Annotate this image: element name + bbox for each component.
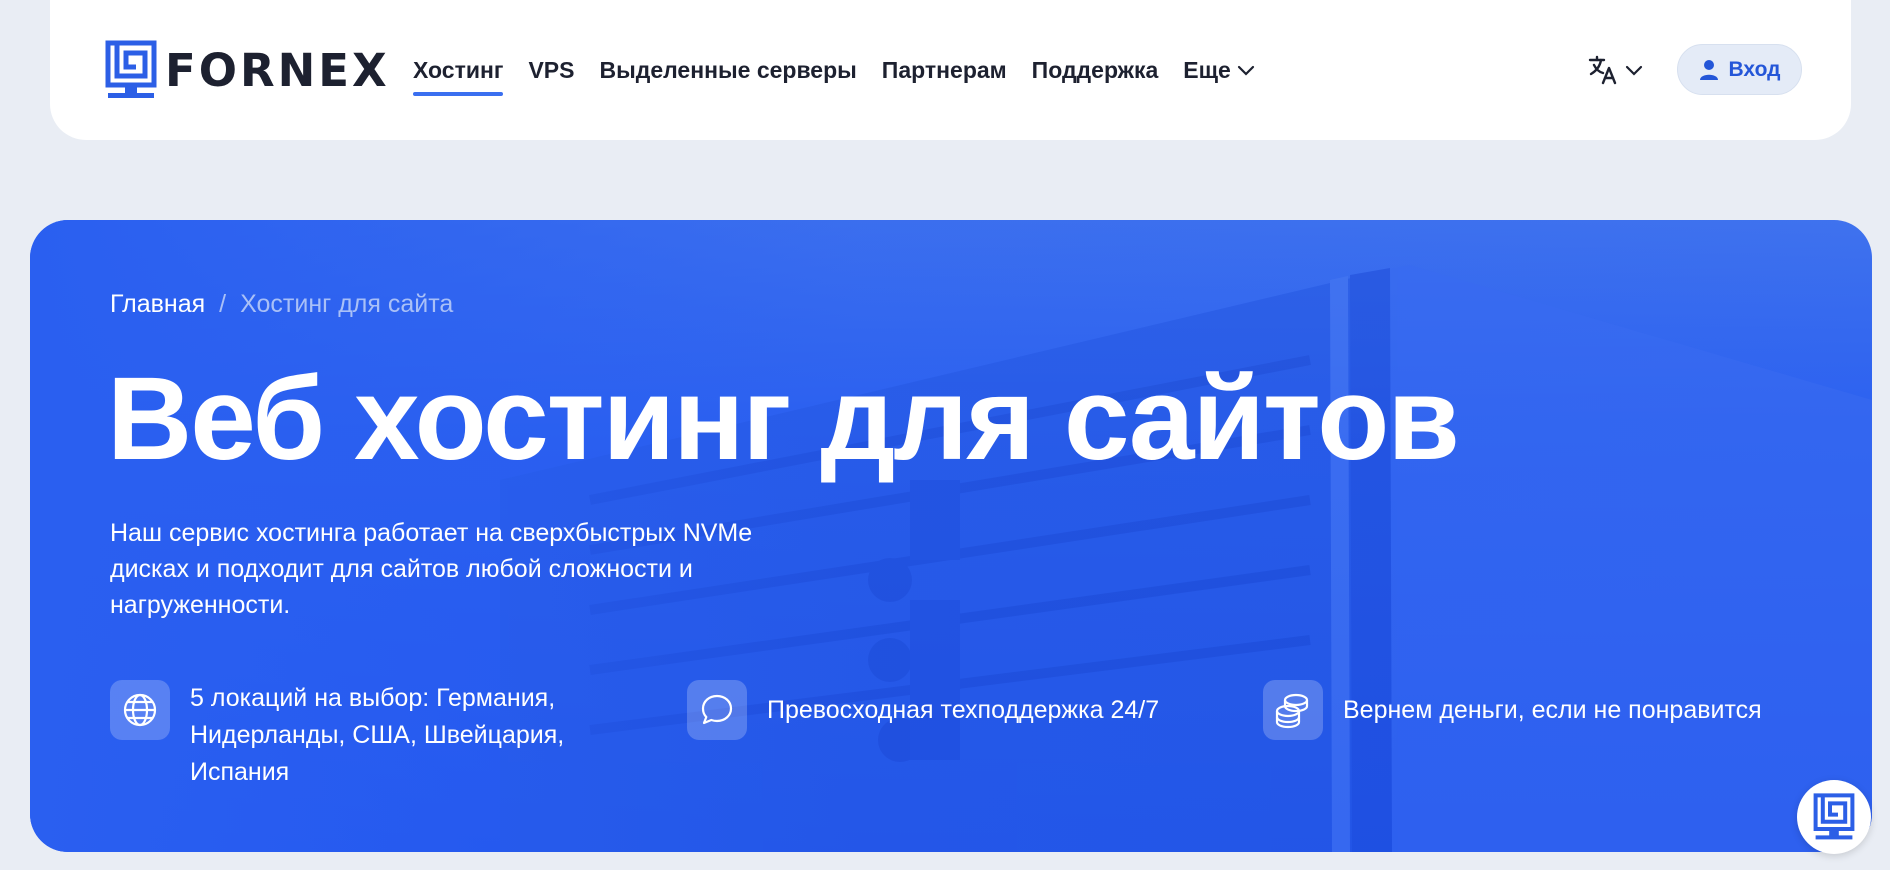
chevron-down-icon bbox=[1625, 65, 1643, 76]
feature-locations: 5 локаций на выбор: Германия, Нидерланды… bbox=[110, 680, 630, 791]
page-title: Веб хостинг для сайтов bbox=[107, 353, 1460, 485]
site-header: FORNEX Хостинг VPS Выделенные серверы Па… bbox=[50, 0, 1851, 140]
login-button[interactable]: Вход bbox=[1677, 44, 1802, 95]
chevron-down-icon bbox=[1237, 65, 1254, 76]
nav-more-dropdown[interactable]: Еще bbox=[1183, 50, 1255, 90]
breadcrumb: Главная / Хостинг для сайта bbox=[110, 290, 453, 319]
language-switcher[interactable] bbox=[1587, 54, 1643, 86]
feature-text: Вернем деньги, если не понравится bbox=[1343, 696, 1762, 724]
nav-item-partners[interactable]: Партнерам bbox=[882, 50, 1007, 90]
nav-item-vps[interactable]: VPS bbox=[528, 50, 574, 90]
nav-item-support[interactable]: Поддержка bbox=[1032, 50, 1159, 90]
breadcrumb-home-link[interactable]: Главная bbox=[110, 290, 205, 319]
hero-description: Наш сервис хостинга работает на сверхбыс… bbox=[110, 519, 753, 619]
translate-icon bbox=[1588, 55, 1617, 85]
globe-icon bbox=[110, 680, 170, 740]
chat-bubble-icon bbox=[687, 680, 747, 740]
breadcrumb-separator: / bbox=[219, 290, 227, 318]
nav-item-hosting[interactable]: Хостинг bbox=[413, 50, 504, 96]
feature-text: 5 локаций на выбор: Германия, Нидерланды… bbox=[190, 684, 565, 786]
main-nav: Хостинг VPS Выделенные серверы Партнерам… bbox=[413, 50, 1280, 96]
hero-banner: Главная / Хостинг для сайта Веб хостинг … bbox=[30, 220, 1872, 852]
logo-text: FORNEX bbox=[165, 43, 390, 97]
feature-text: Превосходная техподдержка 24/7 bbox=[767, 696, 1160, 724]
logo-mark-icon bbox=[105, 40, 157, 98]
feature-refund: Вернем деньги, если не понравится bbox=[1263, 680, 1843, 740]
chat-widget-button[interactable] bbox=[1797, 780, 1871, 854]
login-label: Вход bbox=[1728, 57, 1781, 81]
breadcrumb-current: Хостинг для сайта bbox=[240, 290, 454, 318]
user-icon bbox=[1699, 59, 1718, 80]
nav-item-dedicated[interactable]: Выделенные серверы bbox=[599, 50, 856, 90]
feature-support: Превосходная техподдержка 24/7 bbox=[687, 680, 1247, 740]
logo-mark-icon bbox=[1813, 793, 1855, 840]
coins-icon bbox=[1263, 680, 1323, 740]
fornex-logo[interactable]: FORNEX bbox=[105, 40, 390, 100]
nav-more-label: Еще bbox=[1183, 57, 1231, 83]
